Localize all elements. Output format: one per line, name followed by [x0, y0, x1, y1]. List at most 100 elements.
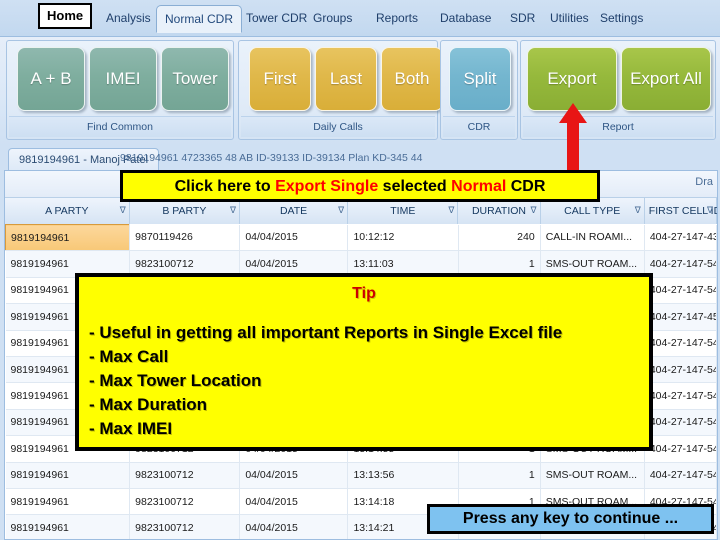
cell-call-type[interactable]: CALL-IN ROAMI...: [540, 224, 645, 252]
ribbon-group-label: CDR: [443, 116, 515, 137]
cell-first-cell-id[interactable]: 404-27-147-54372: [644, 330, 717, 357]
ribbon-button-tower[interactable]: Tower: [161, 47, 229, 111]
filter-icon[interactable]: ∇: [448, 205, 454, 216]
filter-icon[interactable]: ∇: [230, 205, 236, 216]
ribbon-tab-label: Analysis: [106, 11, 151, 25]
ribbon-button-both[interactable]: Both: [381, 47, 443, 111]
filter-icon[interactable]: ∇: [120, 205, 126, 216]
ribbon-tab-utilities[interactable]: Utilities: [542, 5, 597, 31]
cell-first-cell-id[interactable]: 404-27-147-45042: [644, 303, 717, 331]
ribbon-group-find-common: A + B IMEI Tower Find Common: [6, 40, 234, 140]
cell-first-cell-id[interactable]: 404-27-147-54372: [644, 356, 717, 384]
background-record-line: 9819194961 4723365 48 AB ID-39133 ID-391…: [120, 148, 720, 168]
cell-date[interactable]: 04/04/2015: [239, 462, 349, 489]
ribbon-group-buttons: First Last Both: [239, 41, 443, 113]
cell-date[interactable]: 04/04/2015: [239, 224, 349, 252]
filter-icon[interactable]: ∇: [531, 205, 537, 216]
callout-text-3: selected: [378, 178, 452, 195]
ribbon-button-split[interactable]: Split: [449, 47, 511, 111]
cell-b-party[interactable]: 9823100712: [129, 514, 241, 539]
cell-time[interactable]: 10:12:12: [347, 224, 459, 252]
ribbon-button-last[interactable]: Last: [315, 47, 377, 111]
grid-column-header-label: DATE: [279, 205, 308, 217]
ribbon-tab-analysis[interactable]: Analysis: [98, 5, 159, 31]
ribbon-button-label: Split: [463, 69, 497, 88]
grid-column-header-label: TIME: [390, 205, 416, 217]
table-row[interactable]: 9819194961 9823100712 04/04/2015 13:13:56 1 S…: [5, 462, 717, 489]
cell-first-cell-id[interactable]: 404-27-147-54372: [644, 435, 717, 463]
cell-first-cell-id[interactable]: 404-27-147-54372: [644, 462, 717, 489]
cell-a-party[interactable]: 9819194961: [5, 224, 131, 252]
background-record-text: 9819194961 4723365 48 AB ID-39133 ID-391…: [120, 152, 423, 164]
ribbon-button-imei[interactable]: IMEI: [89, 47, 157, 111]
cell-b-party[interactable]: 9823100712: [129, 488, 241, 516]
ribbon-group-buttons: Split: [441, 41, 517, 113]
ribbon-tab-label: Home: [47, 8, 84, 23]
filter-icon[interactable]: ∇: [635, 205, 641, 216]
tip-item: - Useful in getting all important Report…: [89, 323, 563, 342]
grid-column-header-label: CALL TYPE: [564, 205, 621, 217]
filter-icon[interactable]: ∇: [707, 205, 713, 216]
ribbon-tab-reports[interactable]: Reports: [368, 5, 426, 31]
grid-column-header[interactable]: A PARTY ∇: [5, 198, 130, 224]
grid-column-header[interactable]: FIRST CELL ID A∇: [644, 198, 717, 224]
cell-a-party[interactable]: 9819194961: [5, 462, 131, 489]
cell-first-cell-id[interactable]: 404-27-147-54372: [644, 277, 717, 305]
cell-time[interactable]: 13:13:56: [347, 462, 459, 489]
callout-text-1: Click here to: [174, 178, 276, 195]
cell-duration[interactable]: 240: [458, 224, 541, 252]
ribbon: A + B IMEI Tower Find Common First Last Both Da…: [0, 0, 720, 145]
cell-first-cell-id[interactable]: 404-27-147-54372: [644, 409, 717, 437]
ribbon-tab-label: SDR: [510, 11, 536, 25]
ribbon-tab-label: Groups: [313, 11, 353, 25]
ribbon-button-export-all[interactable]: Export All: [621, 47, 711, 111]
ribbon-button-label: Export All: [630, 69, 702, 88]
grid-group-hint: Dra: [695, 176, 713, 188]
ribbon-group-cdr: Split CDR: [440, 40, 518, 140]
cell-call-type[interactable]: SMS-OUT ROAM...: [540, 462, 645, 489]
ribbon-group-report: Export Export All Report: [520, 40, 716, 140]
ribbon-tab-groups[interactable]: Groups: [305, 5, 360, 31]
cell-first-cell-id[interactable]: 404-27-147-54372: [644, 382, 717, 410]
ribbon-button-label: Export: [547, 69, 597, 88]
ribbon-tab-sdr[interactable]: SDR: [502, 5, 543, 31]
grid-column-header-label: B PARTY: [162, 205, 207, 217]
ribbon-tab-home[interactable]: Home: [38, 3, 93, 29]
cell-first-cell-id[interactable]: 404-27-147-54372: [644, 250, 717, 278]
grid-column-header-label: DURATION: [471, 205, 527, 217]
ribbon-button-first[interactable]: First: [249, 47, 311, 111]
ribbon-button-export[interactable]: Export: [527, 47, 617, 111]
cell-b-party[interactable]: 9823100712: [129, 462, 241, 489]
filter-icon[interactable]: ∇: [338, 205, 344, 216]
ribbon-tab-label: Utilities: [550, 11, 589, 25]
tip-item: - Max Call: [89, 347, 169, 366]
ribbon-tab-tower-cdr[interactable]: Tower CDR: [238, 5, 315, 31]
ribbon-button-a-plus-b[interactable]: A + B: [17, 47, 85, 111]
ribbon-group-label: Daily Calls: [241, 116, 435, 137]
ribbon-button-label: A + B: [30, 69, 72, 88]
tip-item: - Max Tower Location: [89, 371, 262, 390]
tip-title: Tip: [352, 285, 376, 302]
cell-a-party[interactable]: 9819194961: [5, 514, 131, 539]
ribbon-tab-label: Reports: [376, 11, 419, 25]
grid-column-header-label: A PARTY: [45, 205, 89, 217]
callout-text-5: CDR: [506, 178, 546, 195]
ribbon-tab-settings[interactable]: Settings: [592, 5, 651, 31]
callout-text-4: Normal: [451, 178, 507, 195]
cell-first-cell-id[interactable]: 404-27-147-43773: [644, 224, 717, 252]
cell-duration[interactable]: 1: [458, 462, 541, 489]
ribbon-button-label: First: [263, 69, 297, 88]
tip-box: Tip - Useful in getting all important Re…: [75, 273, 653, 451]
ribbon-button-label: IMEI: [105, 69, 141, 88]
cell-b-party[interactable]: 9870119426: [129, 224, 241, 252]
ribbon-tab-label: Database: [440, 11, 492, 25]
ribbon-tab-normal-cdr[interactable]: Normal CDR: [156, 5, 243, 33]
export-callout-banner: Click here to Export Single selected Nor…: [120, 170, 600, 202]
cell-a-party[interactable]: 9819194961: [5, 488, 131, 516]
cell-date[interactable]: 04/04/2015: [239, 514, 349, 539]
ribbon-group-label: Find Common: [9, 116, 231, 137]
ribbon-tab-database[interactable]: Database: [432, 5, 499, 31]
cell-date[interactable]: 04/04/2015: [239, 488, 349, 516]
ribbon-button-label: Both: [394, 69, 430, 88]
table-row[interactable]: 9819194961 9870119426 04/04/2015 10:12:12 24…: [5, 224, 717, 252]
